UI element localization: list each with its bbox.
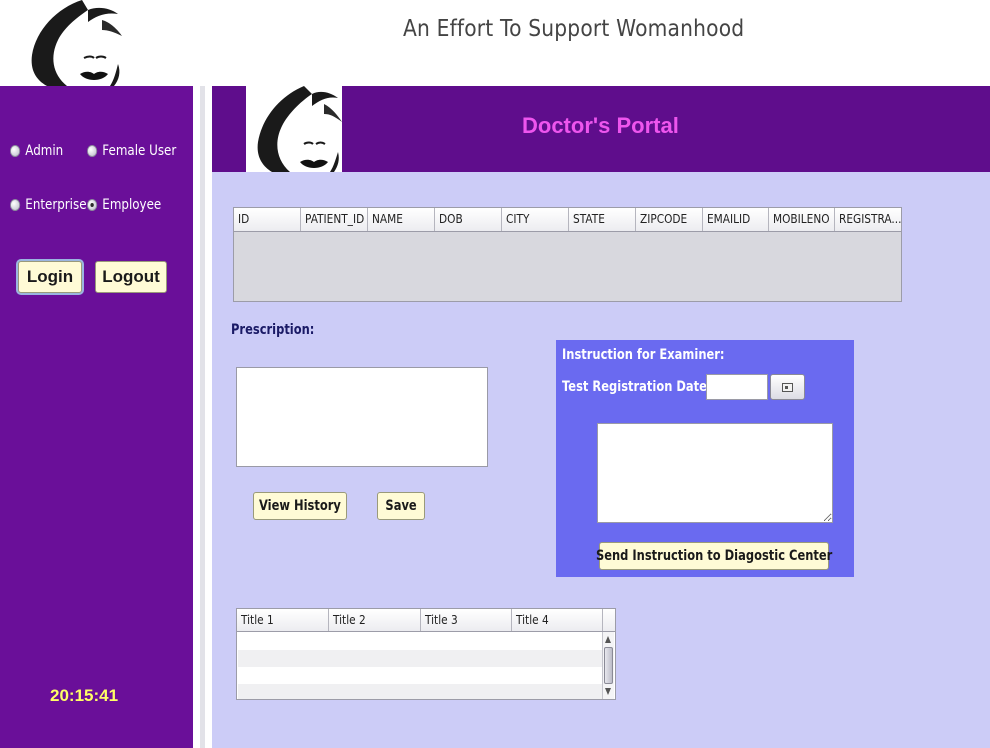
app-header: An Effort To Support Womanhood bbox=[0, 0, 990, 86]
role-radio-admin[interactable]: Admin bbox=[10, 143, 63, 159]
test-registration-date-field[interactable] bbox=[706, 374, 768, 400]
column-header-name[interactable]: NAME bbox=[368, 208, 435, 231]
column-header-emailid[interactable]: EMAILID bbox=[703, 208, 769, 231]
prescription-textarea[interactable] bbox=[236, 367, 488, 467]
prescription-label: Prescription: bbox=[231, 322, 315, 338]
table-row[interactable] bbox=[238, 684, 603, 699]
column-header-registration[interactable]: REGISTRA... bbox=[835, 208, 901, 231]
woman-face-logo-icon bbox=[31, 0, 122, 86]
column-header-patient-id[interactable]: PATIENT_ID bbox=[301, 208, 368, 231]
vertical-scrollbar[interactable] bbox=[602, 632, 614, 699]
scroll-up-arrow-icon[interactable] bbox=[605, 636, 611, 643]
calendar-icon bbox=[782, 382, 793, 392]
view-history-button[interactable]: View History bbox=[253, 492, 347, 520]
column-header-title-3[interactable]: Title 3 bbox=[421, 609, 512, 631]
radio-button-icon[interactable] bbox=[87, 145, 98, 157]
app-tagline: An Effort To Support Womanhood bbox=[403, 16, 745, 42]
table-row[interactable] bbox=[238, 667, 603, 684]
history-table[interactable]: Title 1 Title 2 Title 3 Title 4 bbox=[236, 608, 616, 700]
scrollbar-thumb[interactable] bbox=[604, 647, 613, 684]
role-label-enterprise: Enterprise bbox=[25, 197, 87, 213]
clock-display: 20:15:41 bbox=[50, 686, 119, 705]
sidebar: Admin Female User Enterprise Employee Lo… bbox=[0, 86, 193, 748]
column-header-id[interactable]: ID bbox=[234, 208, 301, 231]
patient-table-header: ID PATIENT_ID NAME DOB CITY STATE ZIPCOD… bbox=[234, 208, 901, 232]
instruction-textarea[interactable] bbox=[597, 423, 833, 523]
column-header-title-2[interactable]: Title 2 bbox=[329, 609, 421, 631]
patient-table[interactable]: ID PATIENT_ID NAME DOB CITY STATE ZIPCOD… bbox=[233, 207, 902, 302]
column-header-state[interactable]: STATE bbox=[569, 208, 636, 231]
radio-button-selected-icon[interactable] bbox=[87, 199, 98, 211]
column-header-mobileno[interactable]: MOBILENO bbox=[769, 208, 835, 231]
portal-title: Doctor's Portal bbox=[522, 113, 679, 138]
portal-logo bbox=[246, 86, 342, 172]
role-radio-female-user[interactable]: Female User bbox=[87, 143, 176, 159]
scroll-down-arrow-icon[interactable] bbox=[605, 688, 611, 695]
role-label-employee: Employee bbox=[102, 197, 162, 213]
role-radio-employee[interactable]: Employee bbox=[87, 197, 161, 213]
column-header-title-1[interactable]: Title 1 bbox=[237, 609, 329, 631]
login-button[interactable]: Login bbox=[18, 261, 82, 293]
table-row[interactable] bbox=[238, 633, 603, 650]
table-row[interactable] bbox=[238, 650, 603, 667]
logout-button[interactable]: Logout bbox=[95, 261, 167, 293]
send-instruction-button[interactable]: Send Instruction to Diagostic Center bbox=[596, 542, 832, 570]
column-header-city[interactable]: CITY bbox=[502, 208, 569, 231]
column-header-dob[interactable]: DOB bbox=[435, 208, 502, 231]
woman-face-logo-icon bbox=[257, 86, 342, 172]
history-table-header: Title 1 Title 2 Title 3 Title 4 bbox=[237, 609, 615, 632]
radio-button-icon[interactable] bbox=[10, 199, 21, 211]
split-pane-handle[interactable] bbox=[200, 86, 205, 748]
save-button[interactable]: Save bbox=[377, 492, 425, 520]
role-label-admin: Admin bbox=[25, 143, 64, 159]
radio-button-icon[interactable] bbox=[10, 145, 21, 157]
instruction-label: Instruction for Examiner: bbox=[562, 347, 725, 363]
role-radio-enterprise[interactable]: Enterprise bbox=[10, 197, 87, 213]
calendar-button[interactable] bbox=[770, 374, 805, 400]
role-label-female-user: Female User bbox=[102, 143, 177, 159]
column-header-title-4[interactable]: Title 4 bbox=[512, 609, 603, 631]
test-registration-date-label: Test Registration Date bbox=[562, 379, 707, 395]
column-header-zipcode[interactable]: ZIPCODE bbox=[636, 208, 703, 231]
